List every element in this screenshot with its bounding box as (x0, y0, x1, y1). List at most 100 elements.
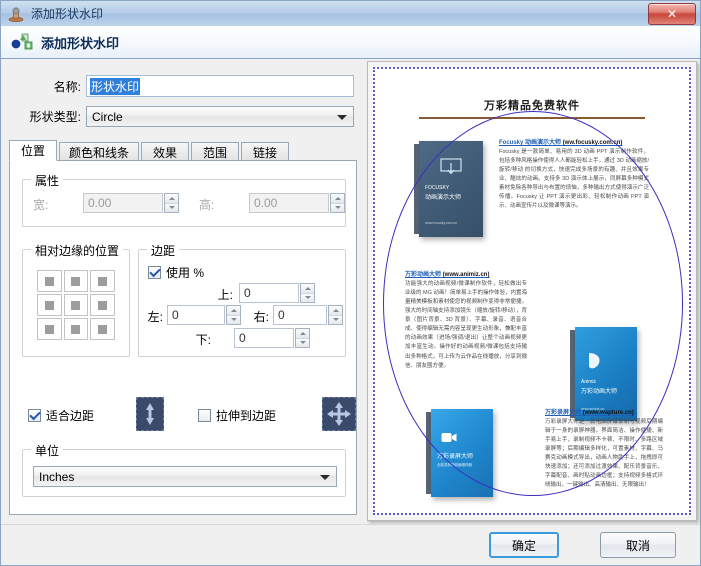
close-button[interactable]: ✕ (648, 3, 696, 25)
margin-bottom-stepper-up[interactable] (296, 329, 309, 339)
preview-section-wapture: 万彩录屏大师 (www.wapture.cn) 万彩录屏大师是一款电脑屏幕录制与… (545, 407, 663, 491)
name-input[interactable]: 形状水印 (86, 75, 354, 97)
tab-effects[interactable]: 效果 (141, 142, 189, 161)
settings-pane: 名称: 形状水印 形状类型: Circle 位置 颜色和线条 效果 范围 链接 … (1, 58, 363, 524)
preview-section-animiz-body: 功能强大的动画视频/微课制作软件，轻松做出专业级的 MG 动画！简单易上手的操作… (405, 281, 527, 369)
margin-left-stepper-down[interactable] (227, 315, 240, 324)
anchor-middle-right[interactable] (90, 294, 115, 316)
anchor-bottom-center[interactable] (63, 318, 89, 340)
use-percent-checkbox[interactable] (148, 266, 161, 279)
position-relative-group: 相对边缘的位置 (22, 242, 130, 357)
anchor-top-right[interactable] (90, 270, 115, 292)
document-page-preview[interactable]: 万彩精品免费软件 FOCUSKY 动画演示大师 www.focusky.com.… (373, 67, 691, 515)
margin-right-stepper-down[interactable] (329, 315, 342, 324)
height-stepper[interactable] (330, 193, 345, 213)
title-bar: 添加形状水印 ✕ (1, 1, 700, 27)
margin-top-stepper-down[interactable] (301, 293, 314, 302)
margin-top-stepper[interactable] (300, 283, 315, 303)
dialog-header: 添加形状水印 (1, 26, 700, 59)
units-group-title: 单位 (31, 442, 64, 459)
tab-position[interactable]: 位置 (9, 140, 57, 161)
preview-panel: 万彩精品免费软件 FOCUSKY 动画演示大师 www.focusky.com.… (367, 61, 697, 521)
name-input-value: 形状水印 (90, 77, 141, 95)
width-stepper-down[interactable] (165, 203, 178, 212)
fit-margins-row: 适合边距 (28, 407, 94, 424)
product-box-wapture: 万彩录屏大师 全能录屏视频编辑神器 (426, 409, 493, 497)
margin-left-input[interactable]: 0 (167, 305, 225, 325)
shape-watermark-icon (11, 32, 33, 52)
window-title: 添加形状水印 (31, 7, 104, 21)
position-relative-group-title: 相对边缘的位置 (31, 242, 124, 259)
margins-group-title: 边距 (147, 242, 180, 259)
add-shape-watermark-dialog: 添加形状水印 ✕ 添加形状水印 名称: 形状水印 形状类型: Circle 位置… (0, 0, 701, 566)
height-stepper-up[interactable] (331, 194, 344, 204)
fit-margins-label: 适合边距 (46, 409, 95, 423)
height-stepper-down[interactable] (331, 203, 344, 212)
ok-button-label: 确定 (511, 538, 536, 553)
preview-section-focusky-heading: Focusky 动画演示大师 (ww.focusky.com.cn) (499, 140, 623, 146)
units-value: Inches (39, 469, 75, 484)
width-input[interactable]: 0.00 (83, 193, 163, 213)
stretch-margins-row: 拉伸到边距 (198, 407, 276, 424)
tab-effects-label: 效果 (152, 145, 177, 160)
margin-left-label: 左: (147, 310, 163, 324)
shape-type-select[interactable]: Circle (86, 106, 354, 127)
margin-right-stepper-up[interactable] (329, 306, 342, 316)
chevron-down-icon (337, 114, 347, 120)
preview-section-wapture-heading: 万彩录屏大师 (www.wapture.cn) (545, 410, 634, 416)
margin-bottom-stepper[interactable] (295, 328, 310, 348)
stretch-margins-label: 拉伸到边距 (216, 409, 277, 423)
margin-bottom-label: 下: (195, 333, 211, 347)
anchor-bottom-right[interactable] (90, 318, 115, 340)
units-select[interactable]: Inches (33, 466, 337, 487)
arrows-vertical-icon[interactable] (136, 397, 164, 431)
cancel-button[interactable]: 取消 (600, 532, 676, 558)
product-box-focusky: FOCUSKY 动画演示大师 www.focusky.com.cn (414, 141, 483, 237)
shape-type-label: 形状类型: (29, 110, 81, 124)
ok-button[interactable]: 确定 (489, 532, 559, 558)
height-input[interactable]: 0.00 (249, 193, 329, 213)
anchor-bottom-left[interactable] (37, 318, 62, 340)
stretch-margins-checkbox[interactable] (198, 409, 211, 422)
margin-right-input[interactable]: 0 (273, 305, 327, 325)
margin-bottom-value: 0 (239, 331, 246, 345)
preview-doc-title: 万彩精品免费软件 (484, 100, 580, 112)
preview-section-focusky: Focusky 动画演示大师 (ww.focusky.com.cn) Focus… (499, 137, 649, 211)
dialog-footer: 确定 取消 (1, 524, 700, 566)
tab-range-label: 范围 (202, 145, 227, 160)
tab-panel-position: 属性 宽: 0.00 高: 0.00 相对边缘的位置 边距 使用 % 上: 0 … (9, 160, 357, 515)
width-stepper-up[interactable] (165, 194, 178, 204)
margins-group: 边距 使用 % 上: 0 左: 0 右: 0 下: 0 (138, 242, 346, 357)
margin-right-stepper[interactable] (328, 305, 343, 325)
preview-section-animiz-site: (www.animiz.cn) (442, 272, 490, 278)
tab-range[interactable]: 范围 (191, 142, 239, 161)
preview-section-wapture-site: (www.wapture.cn) (582, 410, 634, 416)
margin-bottom-input[interactable]: 0 (234, 328, 294, 348)
fit-margins-checkbox[interactable] (28, 409, 41, 422)
anchor-top-center[interactable] (63, 270, 89, 292)
properties-group-title: 属性 (31, 172, 64, 189)
margin-left-stepper[interactable] (226, 305, 241, 325)
margin-left-stepper-up[interactable] (227, 306, 240, 316)
preview-section-animiz-heading: 万彩动画大师 (www.animiz.cn) (405, 272, 490, 278)
preview-section-focusky-site: (ww.focusky.com.cn) (562, 140, 623, 146)
properties-group: 属性 宽: 0.00 高: 0.00 (22, 172, 346, 227)
close-icon: ✕ (666, 7, 678, 21)
width-stepper[interactable] (164, 193, 179, 213)
width-label: 宽: (33, 198, 49, 212)
anchor-middle-center[interactable] (63, 294, 89, 316)
tab-link[interactable]: 链接 (241, 142, 289, 161)
margin-top-input[interactable]: 0 (239, 283, 299, 303)
anchor-top-left[interactable] (37, 270, 62, 292)
height-value: 0.00 (254, 196, 278, 210)
margin-top-stepper-up[interactable] (301, 284, 314, 294)
margin-bottom-stepper-down[interactable] (296, 338, 309, 347)
preview-section-wapture-body: 万彩录屏大师是一款电脑屏幕录制与视频后期编辑于一身的录屏神器。界面简洁、操作便捷… (545, 419, 663, 489)
chevron-down-icon (320, 474, 330, 480)
name-row: 名称: 形状水印 (1, 75, 357, 97)
units-group: 单位 Inches (22, 442, 346, 497)
arrows-four-way-icon[interactable] (322, 397, 356, 431)
anchor-middle-left[interactable] (37, 294, 62, 316)
name-label: 名称: (53, 79, 81, 94)
tab-color-and-lines[interactable]: 颜色和线条 (59, 142, 139, 161)
